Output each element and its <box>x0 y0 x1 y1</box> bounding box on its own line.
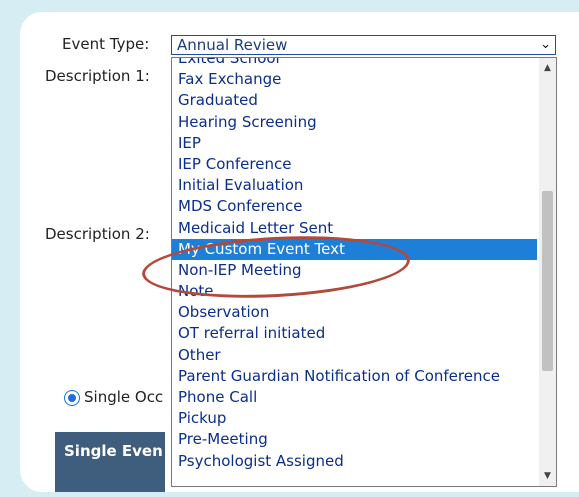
event-type-dropdown-list[interactable]: Exited School Fax Exchange Graduated Hearin… <box>171 57 557 487</box>
dropdown-option[interactable]: My Custom Event Text <box>172 238 537 260</box>
dropdown-option[interactable]: Initial Evaluation <box>172 175 537 196</box>
dropdown-option[interactable]: IEP <box>172 133 537 154</box>
dropdown-option[interactable]: Psychologist Assigned <box>172 451 537 472</box>
event-type-selected-value: Annual Review <box>177 36 288 54</box>
dropdown-option[interactable]: MDS Conference <box>172 196 537 217</box>
dropdown-option[interactable]: Fax Exchange <box>172 69 537 90</box>
dropdown-option[interactable]: Graduated <box>172 90 537 111</box>
single-occurrence-label: Single Occ <box>84 388 164 406</box>
dropdown-option[interactable]: Observation <box>172 302 537 323</box>
single-event-header: Single Even <box>55 432 165 492</box>
scroll-up-icon[interactable]: ▲ <box>539 60 556 76</box>
dropdown-option[interactable]: Non-IEP Meeting <box>172 260 537 281</box>
dropdown-option[interactable]: Exited School <box>172 58 537 69</box>
dropdown-option[interactable]: OT referral initiated <box>172 323 537 344</box>
single-event-header-text: Single Even <box>64 442 163 460</box>
dropdown-option[interactable]: Pre-Meeting <box>172 429 537 450</box>
event-form-panel: Event Type: Description 1: Description 2… <box>20 12 579 492</box>
dropdown-option[interactable]: Pickup <box>172 408 537 429</box>
dropdown-option[interactable]: Parent Guardian Notification of Conferen… <box>172 366 537 387</box>
chevron-down-icon[interactable]: ⌄ <box>540 36 551 54</box>
description1-label: Description 1: <box>45 67 150 85</box>
scroll-down-icon[interactable]: ▼ <box>539 468 556 484</box>
dropdown-option[interactable]: Note <box>172 281 537 302</box>
event-type-label: Event Type: <box>62 35 150 53</box>
dropdown-option[interactable]: Medicaid Letter Sent <box>172 218 537 239</box>
dropdown-scrollbar[interactable]: ▲ ▼ <box>539 58 556 486</box>
dropdown-option[interactable]: Hearing Screening <box>172 112 537 133</box>
dropdown-option[interactable]: Phone Call <box>172 387 537 408</box>
dropdown-options: Exited School Fax Exchange Graduated Hearin… <box>172 58 537 472</box>
description2-label: Description 2: <box>45 225 150 243</box>
event-type-select[interactable]: Annual Review ⌄ <box>171 35 556 55</box>
dropdown-option[interactable]: IEP Conference <box>172 154 537 175</box>
single-occurrence-radio[interactable] <box>64 390 80 406</box>
dropdown-option[interactable]: Other <box>172 345 537 366</box>
scrollbar-thumb[interactable] <box>542 191 553 371</box>
